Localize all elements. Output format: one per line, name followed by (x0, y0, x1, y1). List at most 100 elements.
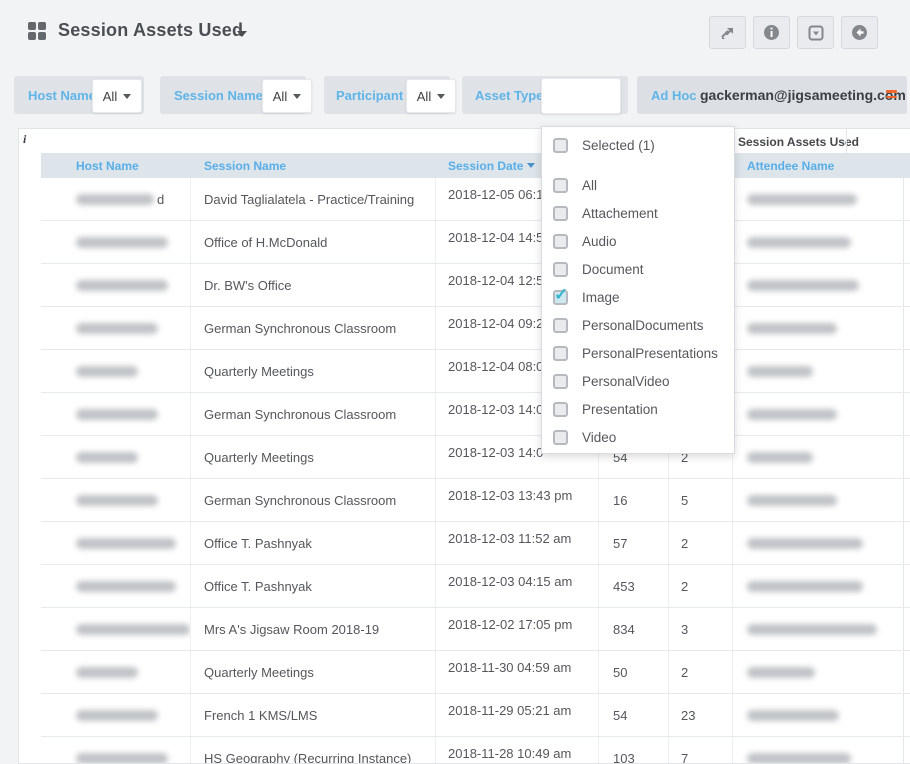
table-row[interactable]: Quarterly Meetings2018-12-04 08:0 (41, 350, 910, 393)
chevron-down-icon (293, 94, 301, 99)
host-name-cell (41, 436, 191, 478)
redacted-attendee-name (747, 753, 851, 764)
checkbox-icon[interactable] (553, 318, 568, 333)
checkbox-checked-icon[interactable] (553, 290, 568, 305)
dropdown-item-attachement[interactable]: Attachement (542, 199, 734, 227)
title-dropdown-caret-icon[interactable] (237, 31, 247, 37)
dropdown-item-all[interactable]: All (542, 171, 734, 199)
host-name-cell (41, 565, 191, 607)
checkbox-icon[interactable] (553, 234, 568, 249)
filter-host-name-select[interactable]: All (92, 79, 142, 113)
info-marker: i (23, 132, 26, 147)
session-date-cell: 2018-11-30 04:59 am (436, 651, 599, 693)
host-name-cell (41, 694, 191, 736)
checkbox-icon[interactable] (553, 262, 568, 277)
attendee-name-cell (733, 307, 904, 349)
dropdown-item-label: Document (582, 262, 644, 277)
column-header-session-name[interactable]: Session Name (191, 159, 436, 173)
table-row[interactable]: Office T. Pashnyak2018-12-03 11:52 am572 (41, 522, 910, 565)
assets-used-cell: 103 (599, 737, 669, 764)
table-row[interactable]: dDavid Taglialatela - Practice/Training2… (41, 178, 910, 221)
table-row[interactable]: German Synchronous Classroom2018-12-04 0… (41, 307, 910, 350)
asset-type-input[interactable] (541, 78, 621, 114)
redacted-host-name (76, 624, 190, 635)
table-row[interactable]: HS Geography (Recurring Instance)2018-11… (41, 737, 910, 764)
redacted-host-name (76, 452, 138, 463)
attendee-name-cell (733, 350, 904, 392)
redacted-host-name (76, 280, 168, 291)
dropdown-item-presentation[interactable]: Presentation (542, 395, 734, 423)
session-name-cell: Quarterly Meetings (191, 436, 436, 478)
redacted-host-name (76, 667, 138, 678)
table-row[interactable]: Quarterly Meetings2018-11-30 04:59 am502 (41, 651, 910, 694)
session-name-cell: German Synchronous Classroom (191, 307, 436, 349)
checkbox-icon[interactable] (553, 178, 568, 193)
attendee-count-cell: 23 (669, 694, 733, 736)
session-name-cell: Dr. BW's Office (191, 264, 436, 306)
host-name-cell (41, 264, 191, 306)
dropdown-item-personalpresentations[interactable]: PersonalPresentations (542, 339, 734, 367)
row-edge-cell (904, 178, 910, 220)
host-name-cell (41, 737, 191, 764)
filter-participant-label: Participant (336, 88, 403, 103)
checkbox-icon[interactable] (553, 346, 568, 361)
dropdown-item-image[interactable]: Image (542, 283, 734, 311)
dropdown-item-video[interactable]: Video (542, 423, 734, 451)
redacted-attendee-name (747, 538, 863, 549)
session-name-cell: French 1 KMS/LMS (191, 694, 436, 736)
table-row[interactable]: German Synchronous Classroom2018-12-03 1… (41, 479, 910, 522)
dropdown-item-personalvideo[interactable]: PersonalVideo (542, 367, 734, 395)
checkbox-icon[interactable] (553, 374, 568, 389)
checkbox-icon[interactable] (553, 402, 568, 417)
table-row[interactable]: French 1 KMS/LMS2018-11-29 05:21 am5423 (41, 694, 910, 737)
table-row[interactable]: Mrs A's Jigsaw Room 2018-192018-12-02 17… (41, 608, 910, 651)
info-button[interactable] (753, 16, 790, 49)
host-name-cell: d (41, 178, 191, 220)
dropdown-item-audio[interactable]: Audio (542, 227, 734, 255)
dropdown-item-label: PersonalVideo (582, 374, 670, 389)
filter-participant-select[interactable]: All (406, 79, 456, 113)
assets-used-cell: 54 (599, 694, 669, 736)
assets-used-cell: 50 (599, 651, 669, 693)
row-edge-cell (904, 565, 910, 607)
filter-host-name: Host Name All (14, 76, 144, 114)
table-row[interactable]: Dr. BW's Office2018-12-04 12:5 (41, 264, 910, 307)
column-header-attendee-name[interactable]: Attendee Name (733, 159, 904, 173)
session-name-cell: Quarterly Meetings (191, 350, 436, 392)
dropdown-item-selected-1-[interactable]: Selected (1) (542, 131, 734, 159)
session-name-cell: German Synchronous Classroom (191, 393, 436, 435)
filter-session-name-select[interactable]: All (262, 79, 312, 113)
column-header-host-name[interactable]: Host Name (41, 159, 191, 173)
dropdown-item-personaldocuments[interactable]: PersonalDocuments (542, 311, 734, 339)
redacted-host-name (76, 538, 176, 549)
table-row[interactable]: German Synchronous Classroom2018-12-03 1… (41, 393, 910, 436)
page-title: Session Assets Used (58, 20, 243, 41)
attendee-name-cell (733, 694, 904, 736)
archive-button[interactable] (797, 16, 834, 49)
table-row[interactable]: Quarterly Meetings2018-12-03 14:0542 (41, 436, 910, 479)
export-icon (720, 25, 736, 41)
redacted-attendee-name (747, 581, 863, 592)
table-row[interactable]: Office T. Pashnyak2018-12-03 04:15 am453… (41, 565, 910, 608)
export-button[interactable] (709, 16, 746, 49)
checkbox-icon[interactable] (553, 138, 568, 153)
attendee-count-cell: 7 (669, 737, 733, 764)
redacted-attendee-name (747, 194, 857, 205)
grid-menu-icon[interactable] (28, 22, 46, 40)
back-arrow-icon (851, 24, 868, 41)
session-date-cell: 2018-12-02 17:05 pm (436, 608, 599, 650)
row-edge-cell (904, 608, 910, 650)
asset-type-dropdown: Selected (1) AllAttachementAudio Document I… (541, 126, 735, 454)
dropdown-item-document[interactable]: Document (542, 255, 734, 283)
assets-used-cell: 16 (599, 479, 669, 521)
table-row[interactable]: Office of H.McDonald2018-12-04 14:5 (41, 221, 910, 264)
back-button[interactable] (841, 16, 878, 49)
row-edge-cell (904, 393, 910, 435)
ad-hoc-menu-icon[interactable] (886, 90, 897, 98)
attendee-name-cell (733, 221, 904, 263)
session-name-cell: Office T. Pashnyak (191, 522, 436, 564)
checkbox-icon[interactable] (553, 430, 568, 445)
assets-used-cell: 453 (599, 565, 669, 607)
checkbox-icon[interactable] (553, 206, 568, 221)
row-edge-cell (904, 479, 910, 521)
